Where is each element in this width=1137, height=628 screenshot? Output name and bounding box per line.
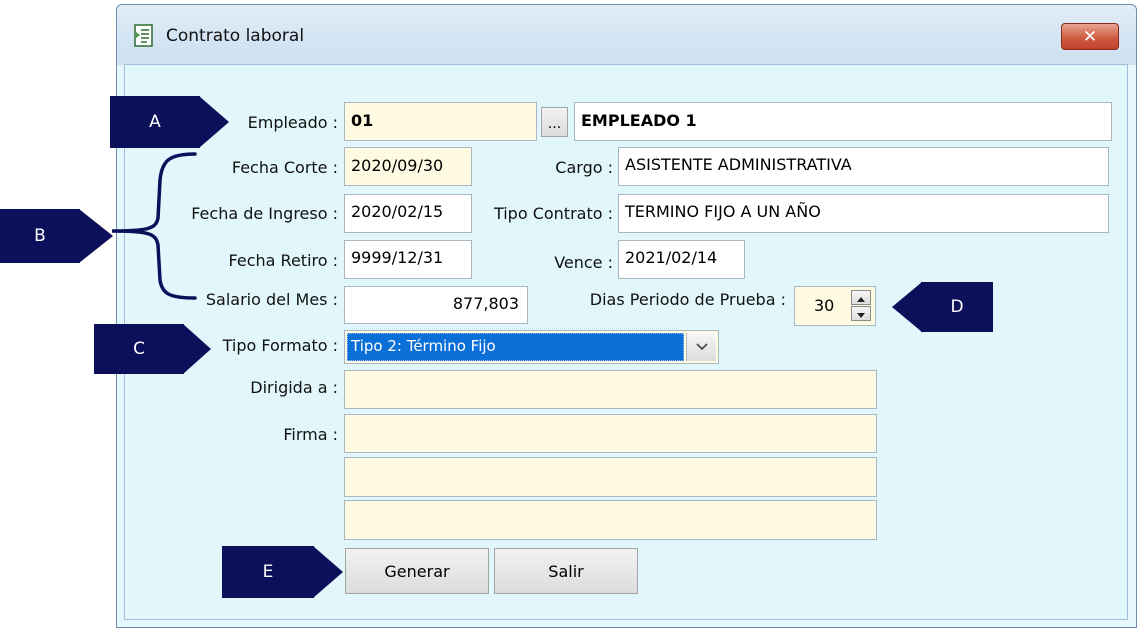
browse-empleado-button[interactable]: ... (541, 107, 568, 137)
callout-e-arrow (313, 546, 343, 598)
empleado-name-field[interactable]: EMPLEADO 1 (574, 102, 1112, 141)
cargo-label: Cargo : (555, 158, 613, 177)
callout-c-label: C (133, 339, 145, 359)
close-button[interactable]: ✕ (1061, 23, 1119, 50)
cargo-field[interactable]: ASISTENTE ADMINISTRATIVA (618, 147, 1109, 186)
firma-field-2[interactable] (344, 457, 877, 497)
fecha-retiro-field[interactable]: 9999/12/31 (344, 240, 472, 279)
vence-label: Vence : (554, 253, 613, 272)
callout-a: A (110, 96, 200, 148)
callout-d-label: D (950, 297, 964, 317)
dirigida-label: Dirigida a : (250, 378, 338, 397)
tipo-contrato-field[interactable]: TERMINO FIJO A UN AÑO (618, 194, 1109, 233)
tipo-formato-selected: Tipo 2: Término Fijo (351, 337, 496, 355)
spin-down-arrow-icon[interactable] (851, 306, 871, 321)
dias-prueba-spinner[interactable]: 30 (794, 286, 876, 326)
firma-field-3[interactable] (344, 500, 877, 540)
dias-prueba-label: Dias Periodo de Prueba : (589, 290, 786, 309)
salir-button[interactable]: Salir (494, 548, 638, 594)
callout-e-label: E (262, 562, 274, 582)
salario-field[interactable]: 877,803 (344, 286, 528, 324)
empleado-code-field[interactable]: 01 (344, 102, 537, 141)
firma-field-1[interactable] (344, 414, 877, 453)
fecha-retiro-label: Fecha Retiro : (228, 251, 338, 270)
fecha-ingreso-field[interactable]: 2020/02/15 (344, 194, 472, 233)
salario-label: Salario del Mes : (205, 290, 338, 309)
firma-label: Firma : (283, 425, 338, 444)
tipo-contrato-label: Tipo Contrato : (493, 204, 613, 223)
vence-field[interactable]: 2021/02/14 (618, 240, 745, 279)
window-title: Contrato laboral (166, 26, 305, 46)
callout-a-arrow (199, 96, 229, 148)
callout-b: B (0, 209, 80, 263)
fecha-corte-label: Fecha Corte : (231, 158, 338, 177)
callout-b-label: B (34, 226, 46, 246)
callout-d-arrow (892, 282, 922, 332)
callout-c: C (94, 324, 184, 374)
callout-a-label: A (149, 112, 161, 132)
generar-button[interactable]: Generar (345, 548, 489, 594)
callout-c-arrow (183, 324, 211, 374)
fecha-corte-field[interactable]: 2020/09/30 (344, 147, 472, 186)
callout-e: E (222, 546, 314, 598)
callout-b-bracket (111, 152, 197, 300)
spin-up-arrow-icon[interactable] (851, 290, 871, 305)
dirigida-field[interactable] (344, 370, 877, 409)
callout-d: D (921, 282, 993, 332)
chevron-down-icon[interactable] (686, 333, 716, 361)
dias-prueba-value: 30 (814, 296, 835, 315)
tipo-formato-select[interactable]: Tipo 2: Término Fijo (344, 330, 719, 364)
close-icon: ✕ (1082, 26, 1098, 47)
form-document-icon (133, 24, 155, 48)
